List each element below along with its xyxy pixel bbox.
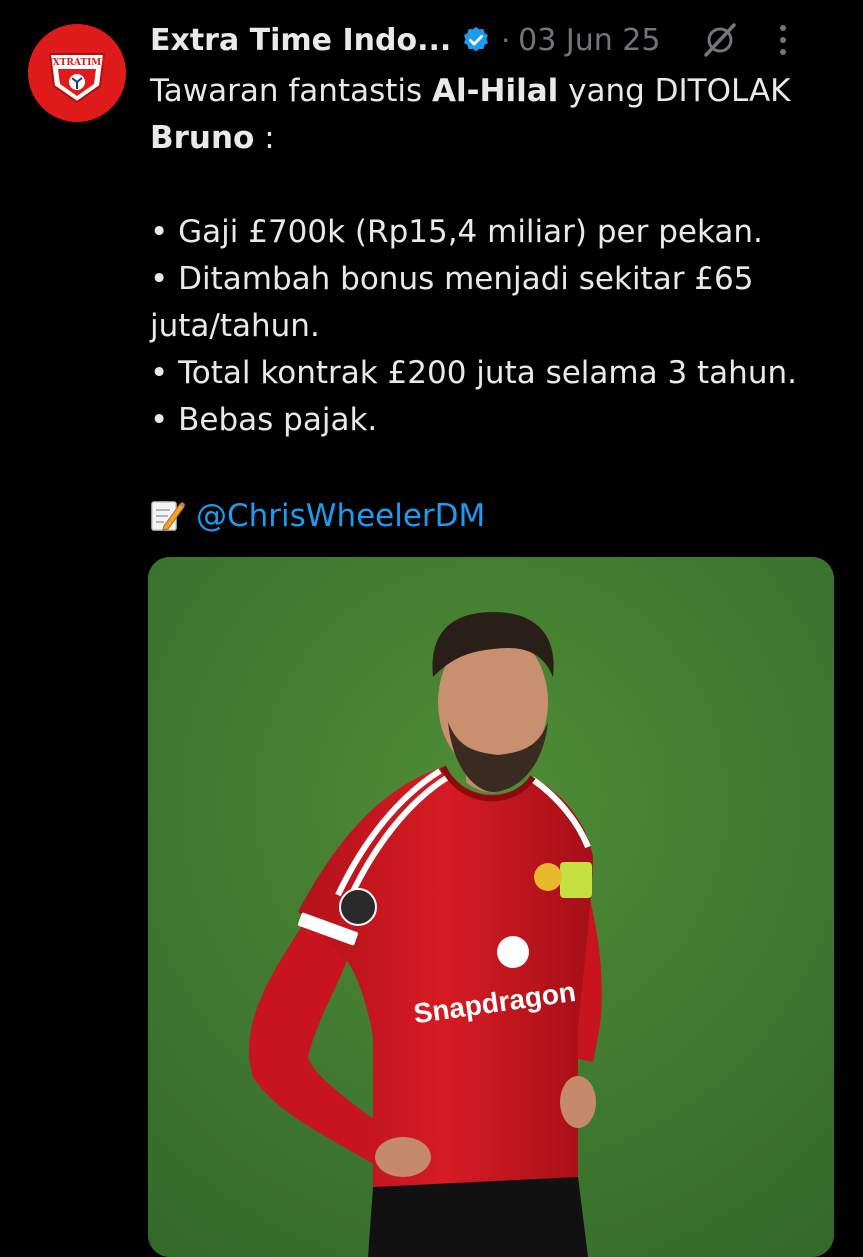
mention-link[interactable]: @ChrisWheelerDM	[196, 498, 485, 534]
grok-icon[interactable]	[700, 20, 740, 60]
avatar-wordmark: EXTRATIME	[46, 58, 108, 68]
tweet-line-1-text: Tawaran fantastis	[150, 73, 433, 109]
tweet-text: Tawaran fantastis Al-Hilal yang DITOLAK …	[150, 68, 840, 540]
bullet-item: • Bebas pajak.	[150, 402, 378, 438]
bullet-item: • Ditambah bonus menjadi sekitar £65	[150, 261, 754, 297]
tweet-date[interactable]: 03 Jun 25	[518, 23, 660, 58]
tweet-photo[interactable]: Snapdragon	[148, 557, 834, 1257]
club-name: Al-Hilal	[432, 73, 559, 109]
tweet-line-2: Bruno :	[150, 115, 840, 162]
memo-icon	[151, 501, 185, 531]
tweet-line-1-end: yang DITOLAK	[558, 73, 791, 109]
more-options-icon[interactable]	[778, 23, 788, 57]
avatar-logo: EXTRATIME	[28, 24, 126, 122]
tweet-line-1: Tawaran fantastis Al-Hilal yang DITOLAK	[150, 68, 840, 115]
source-line: @ChrisWheelerDM	[150, 493, 840, 540]
header-separator: ·	[501, 23, 511, 57]
player-photo: Snapdragon	[148, 557, 834, 1257]
author-avatar[interactable]: EXTRATIME	[28, 24, 126, 122]
verified-badge-icon	[464, 26, 489, 52]
bullet-item-continuation: juta/tahun.	[150, 308, 320, 344]
player-name: Bruno	[150, 120, 255, 156]
bullet-item: • Total kontrak £200 juta selama 3 tahun…	[150, 355, 797, 391]
author-name[interactable]: Extra Time Indo...	[150, 23, 451, 58]
bullet-item: • Gaji £700k (Rp15,4 miliar) per pekan.	[150, 214, 763, 250]
tweet-header: Extra Time Indo... · 03 Jun 25	[150, 16, 843, 64]
tweet-line-2-end: :	[254, 120, 275, 156]
